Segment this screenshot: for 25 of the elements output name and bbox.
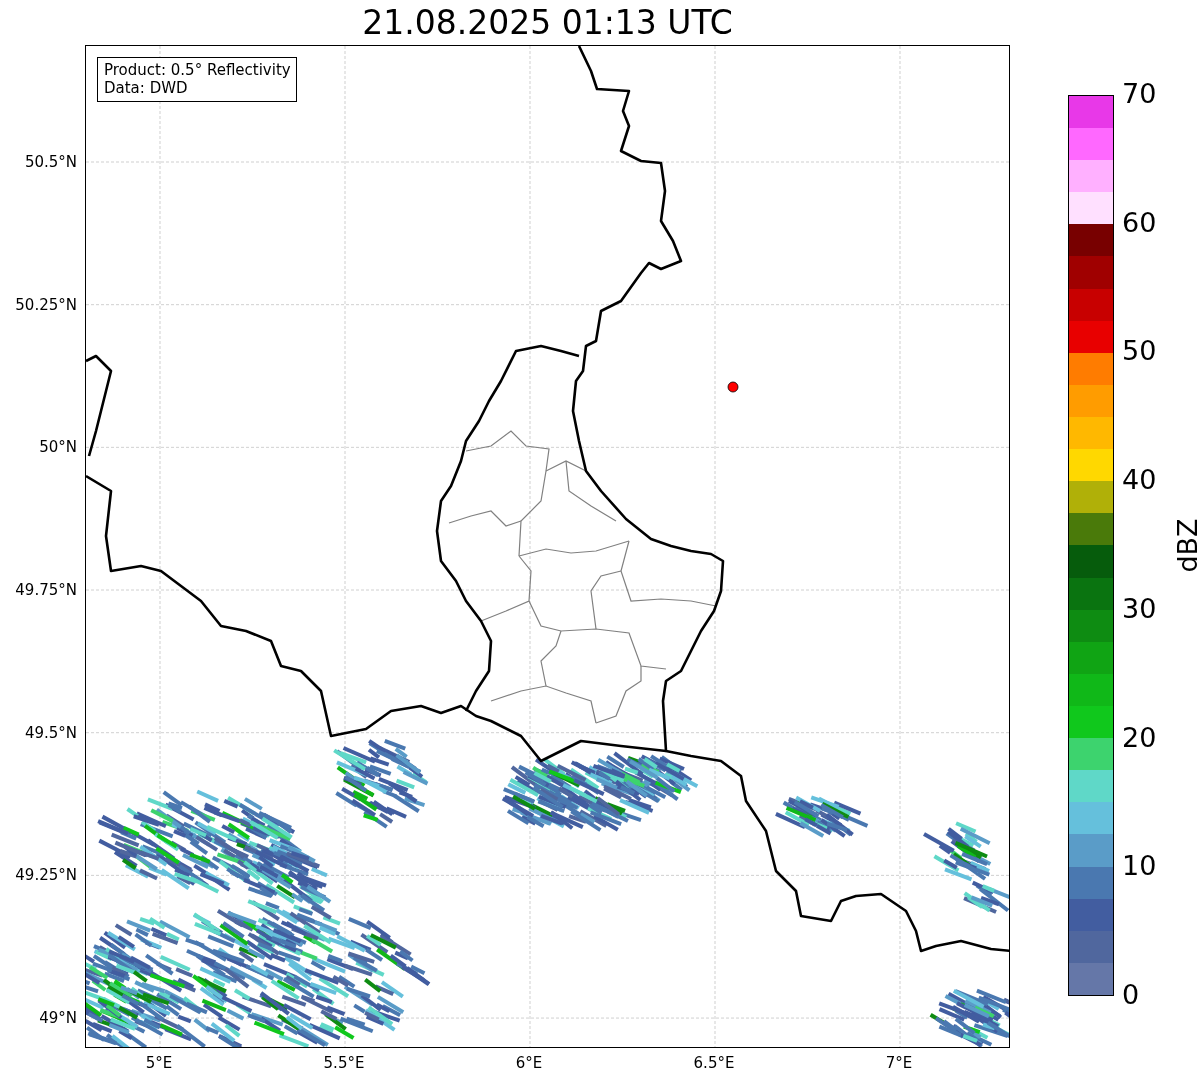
chart-title: 21.08.2025 01:13 UTC xyxy=(362,3,733,42)
radar-site-marker xyxy=(727,381,739,393)
color-scale-label: dBZ xyxy=(1171,518,1202,573)
color-scale-tick-label: 60 xyxy=(1122,206,1157,238)
latitude-tick-label: 50.25°N xyxy=(15,295,77,314)
latitude-tick-label: 49°N xyxy=(39,1009,77,1028)
latitude-tick-label: 50.5°N xyxy=(24,153,77,171)
latitude-tick-label: 49.25°N xyxy=(15,866,77,885)
longitude-tick-label: 6°E xyxy=(515,1054,543,1072)
color-scale-tick-label: 20 xyxy=(1122,721,1157,753)
legend-text: Product: 0.5° Reflectivity xyxy=(104,61,291,79)
color-scale-tick-label: 50 xyxy=(1122,335,1157,367)
latitude-tick-label: 50°N xyxy=(39,438,77,457)
color-scale-tick-label: 40 xyxy=(1122,464,1157,496)
longitude-tick-label: 7°E xyxy=(885,1054,913,1072)
latitude-tick-label: 49.5°N xyxy=(24,723,77,742)
color-scale-tick-label: 0 xyxy=(1122,979,1140,1010)
longitude-tick-label: 5°E xyxy=(145,1054,173,1072)
latitude-tick-label: 49.75°N xyxy=(15,581,77,599)
color-scale-tick-label: 70 xyxy=(1122,78,1157,109)
legend-text: Data: DWD xyxy=(104,79,189,97)
longitude-tick-label: 6.5°E xyxy=(693,1054,735,1072)
longitude-tick-label: 5.5°E xyxy=(323,1054,365,1072)
color-scale-tick-label: 30 xyxy=(1122,592,1157,624)
color-scale-tick-label: 10 xyxy=(1122,850,1157,882)
